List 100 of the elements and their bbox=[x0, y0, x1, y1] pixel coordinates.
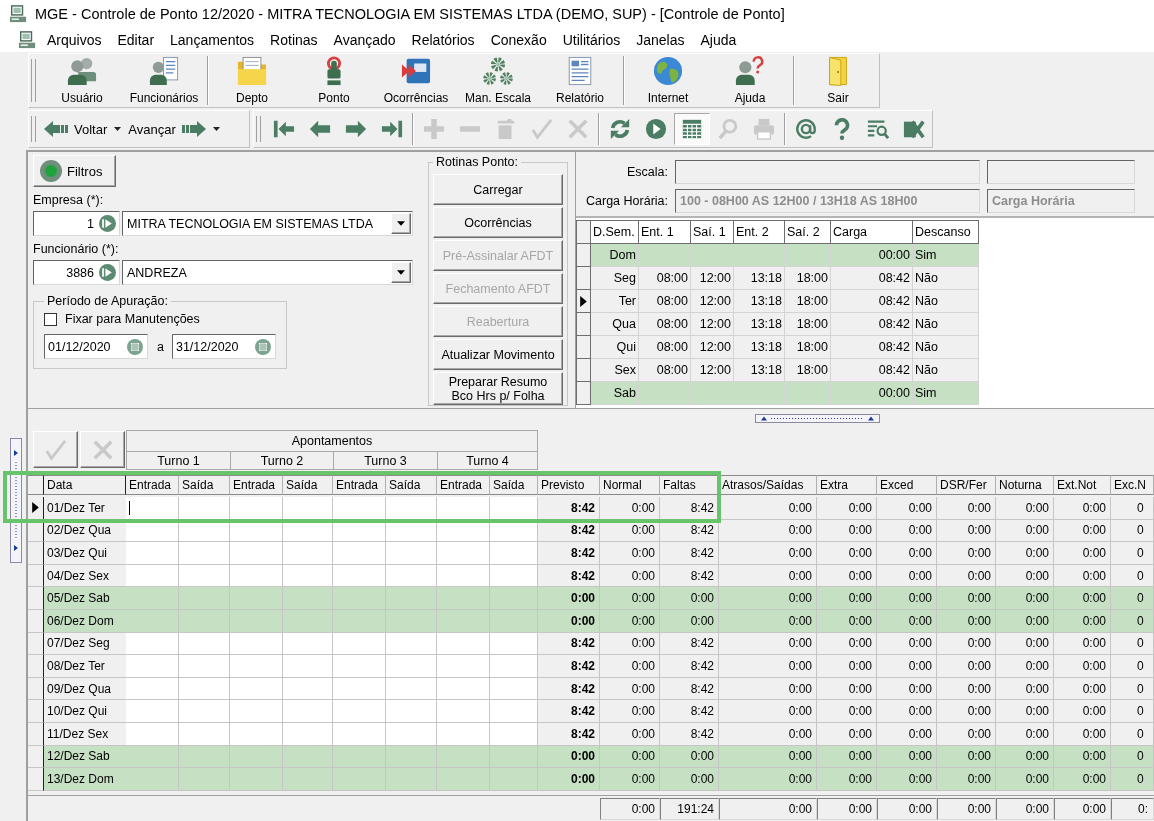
menu-item[interactable]: Avançado bbox=[325, 29, 404, 51]
dropdown-button[interactable] bbox=[391, 213, 411, 234]
entry-cell[interactable] bbox=[490, 632, 538, 656]
entry-cell[interactable] bbox=[333, 564, 386, 588]
splitter-handle[interactable] bbox=[755, 414, 880, 423]
arrow-circle-icon[interactable] bbox=[99, 264, 116, 281]
menu-item[interactable]: Lançamentos bbox=[162, 29, 263, 51]
gears-icon[interactable] bbox=[483, 56, 513, 86]
history-button[interactable]: Voltar bbox=[41, 111, 111, 147]
row-indicator[interactable] bbox=[28, 632, 44, 656]
entry-cell[interactable] bbox=[126, 564, 179, 588]
entry-cell[interactable] bbox=[283, 722, 333, 746]
entry-cell[interactable] bbox=[283, 632, 333, 656]
row-indicator[interactable] bbox=[28, 722, 44, 746]
entry-cell[interactable] bbox=[490, 655, 538, 678]
entry-cell[interactable] bbox=[386, 655, 437, 678]
row-indicator[interactable] bbox=[28, 609, 44, 633]
entry-cell[interactable] bbox=[437, 677, 490, 701]
entry-cell[interactable] bbox=[333, 722, 386, 746]
entry-cell[interactable] bbox=[333, 677, 386, 701]
filters-button[interactable]: Filtros bbox=[33, 155, 116, 187]
forward-arrow-icon[interactable] bbox=[181, 121, 206, 137]
grip-handle[interactable] bbox=[256, 116, 261, 142]
users-icon[interactable] bbox=[67, 56, 97, 86]
entry-cell[interactable] bbox=[126, 632, 179, 656]
menu-item[interactable]: Arquivos bbox=[39, 29, 110, 51]
entry-cell[interactable] bbox=[126, 655, 179, 678]
caret-icon[interactable] bbox=[397, 221, 405, 226]
grip-handle[interactable] bbox=[31, 59, 36, 102]
combo-box[interactable]: MITRA TECNOLOGIA EM SISTEMAS LTDA bbox=[122, 211, 413, 236]
entry-cell[interactable] bbox=[437, 564, 490, 588]
grid-icon[interactable] bbox=[681, 118, 703, 140]
entry-cell[interactable] bbox=[179, 677, 230, 701]
entry-cell[interactable] bbox=[230, 700, 283, 723]
history-button[interactable]: Avançar bbox=[125, 111, 209, 147]
toolbar-button[interactable] bbox=[674, 113, 710, 145]
menu-item[interactable]: Editar bbox=[109, 29, 163, 51]
routine-button[interactable]: Preparar Resumo Bco Hrs p/ Folha bbox=[433, 372, 563, 405]
entry-cell[interactable] bbox=[179, 700, 230, 723]
toolbar-button[interactable]: Relatório bbox=[539, 54, 621, 107]
entry-cell[interactable] bbox=[179, 564, 230, 588]
entry-cell[interactable] bbox=[126, 542, 179, 565]
globe-icon[interactable] bbox=[653, 56, 683, 86]
routine-button[interactable]: Atualizar Movimento bbox=[433, 339, 563, 370]
row-indicator[interactable] bbox=[28, 677, 44, 701]
entry-cell[interactable] bbox=[179, 632, 230, 656]
entry-cell[interactable] bbox=[230, 564, 283, 588]
entry-cell[interactable] bbox=[230, 655, 283, 678]
row-indicator[interactable] bbox=[576, 289, 591, 313]
folder-icon[interactable] bbox=[237, 56, 267, 86]
row-indicator[interactable] bbox=[28, 700, 44, 723]
entry-cell[interactable] bbox=[437, 632, 490, 656]
back-arrow-icon[interactable] bbox=[44, 121, 68, 137]
menu-item[interactable]: Conexão bbox=[482, 29, 555, 51]
person-question-icon[interactable] bbox=[735, 56, 765, 86]
refresh-icon[interactable] bbox=[609, 118, 631, 140]
entry-cell[interactable] bbox=[490, 542, 538, 565]
code-field[interactable]: 3886 bbox=[33, 260, 120, 285]
entry-cell[interactable] bbox=[126, 722, 179, 746]
arrow-left-icon[interactable] bbox=[309, 118, 331, 140]
entry-cell[interactable] bbox=[386, 564, 437, 588]
entry-cell[interactable] bbox=[437, 700, 490, 723]
menu-item[interactable]: Ajuda bbox=[692, 29, 745, 51]
menu-item[interactable]: Rotinas bbox=[262, 29, 326, 51]
entry-cell[interactable] bbox=[386, 542, 437, 565]
entry-cell[interactable] bbox=[126, 677, 179, 701]
entry-cell[interactable] bbox=[386, 700, 437, 723]
toolbar-button[interactable]: Usuário bbox=[41, 54, 123, 107]
entry-cell[interactable] bbox=[126, 700, 179, 723]
row-indicator[interactable] bbox=[28, 655, 44, 678]
skip-last-icon[interactable] bbox=[381, 118, 403, 140]
at-sign-icon[interactable] bbox=[795, 118, 817, 140]
checkbox-label[interactable]: Fixar para Manutenções bbox=[65, 312, 200, 326]
toolbar-button[interactable]: Internet bbox=[627, 54, 709, 107]
entry-cell[interactable] bbox=[490, 722, 538, 746]
row-indicator[interactable] bbox=[28, 745, 44, 769]
entry-cell[interactable] bbox=[437, 497, 490, 520]
row-indicator[interactable] bbox=[28, 587, 44, 610]
entry-cell[interactable] bbox=[490, 677, 538, 701]
menu-item[interactable]: Relatórios bbox=[403, 29, 483, 51]
routine-button[interactable]: Ocorrências bbox=[433, 207, 563, 238]
calendar-icon[interactable] bbox=[127, 338, 143, 355]
entry-cell[interactable] bbox=[179, 722, 230, 746]
date-field[interactable]: 01/12/2020 bbox=[44, 334, 148, 359]
person-document-icon[interactable] bbox=[149, 56, 179, 86]
entry-cell[interactable] bbox=[333, 700, 386, 723]
entry-cell[interactable] bbox=[386, 722, 437, 746]
toolbar-button[interactable]: Sair bbox=[797, 54, 879, 107]
skip-first-icon[interactable] bbox=[273, 118, 295, 140]
entry-cell[interactable] bbox=[283, 700, 333, 723]
toolbar-button[interactable]: Ponto bbox=[293, 54, 375, 107]
entry-cell[interactable] bbox=[179, 497, 230, 520]
entry-cell[interactable] bbox=[386, 632, 437, 656]
calendar-icon[interactable] bbox=[254, 338, 271, 355]
entry-cell[interactable] bbox=[230, 497, 283, 520]
entry-cell[interactable] bbox=[230, 722, 283, 746]
entry-cell[interactable] bbox=[283, 655, 333, 678]
row-indicator[interactable] bbox=[28, 564, 44, 588]
entry-cell[interactable] bbox=[126, 497, 179, 520]
code-field[interactable]: 1 bbox=[33, 211, 120, 236]
